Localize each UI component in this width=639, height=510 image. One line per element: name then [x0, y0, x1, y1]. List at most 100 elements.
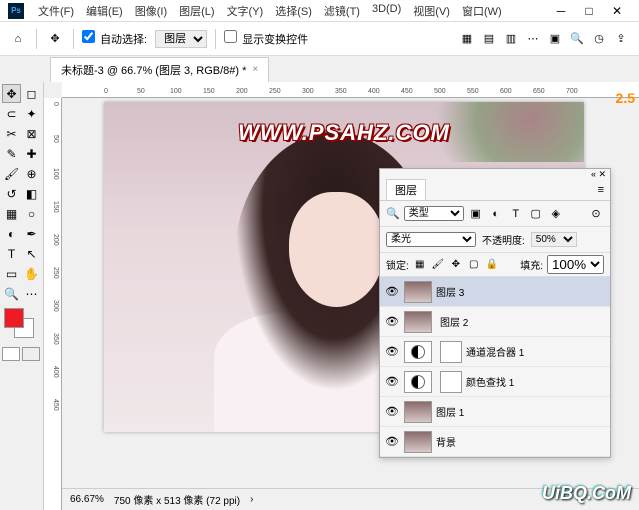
filter-type-icon[interactable]: T: [508, 206, 524, 222]
layer-name[interactable]: 通道混合器 1: [466, 344, 606, 359]
history-brush-tool[interactable]: ↺: [2, 184, 21, 203]
lock-position-icon[interactable]: ✥: [449, 258, 463, 272]
visibility-icon[interactable]: 👁: [384, 405, 400, 418]
close-button[interactable]: ✕: [603, 1, 631, 21]
fill-label: 填充:: [520, 257, 543, 272]
foreground-color[interactable]: [4, 308, 24, 328]
status-chevron-icon[interactable]: ›: [250, 494, 253, 505]
quickmask-mode[interactable]: [22, 347, 40, 361]
more-icon[interactable]: ⋯: [523, 29, 543, 49]
show-transform-checkbox[interactable]: 显示变换控件: [224, 30, 308, 47]
share-icon[interactable]: ⇪: [611, 29, 631, 49]
filter-shape-icon[interactable]: ▢: [528, 206, 544, 222]
move-tool-icon[interactable]: ✥: [45, 29, 65, 49]
lock-all-icon[interactable]: 🔒: [485, 258, 499, 272]
visibility-icon[interactable]: 👁: [384, 375, 400, 388]
auto-select-dropdown[interactable]: 图层: [155, 30, 207, 48]
layer-row[interactable]: 👁 背景: [380, 427, 610, 457]
lock-artboard-icon[interactable]: ▢: [467, 258, 481, 272]
pen-tool[interactable]: ✒: [22, 224, 41, 243]
opacity-value[interactable]: 50%: [531, 232, 577, 247]
frame-tool[interactable]: ⊠: [22, 124, 41, 143]
path-tool[interactable]: ↖: [22, 244, 41, 263]
layer-row[interactable]: 👁 图层 1: [380, 397, 610, 427]
menu-图像(I)[interactable]: 图像(I): [129, 3, 173, 19]
shape-tool[interactable]: ▭: [2, 264, 21, 283]
filter-search-icon[interactable]: 🔍: [386, 207, 400, 220]
vertical-ruler[interactable]: 050100150200250300350400450: [44, 98, 62, 510]
layer-row[interactable]: 👁 通道混合器 1: [380, 337, 610, 367]
menu-选择(S)[interactable]: 选择(S): [269, 3, 318, 19]
zoom-tool[interactable]: 🔍: [2, 284, 21, 303]
blur-tool[interactable]: ○: [22, 204, 41, 223]
edit-toolbar[interactable]: ⋯: [22, 284, 41, 303]
visibility-icon[interactable]: 👁: [384, 285, 400, 298]
visibility-icon[interactable]: 👁: [384, 345, 400, 358]
dodge-tool[interactable]: ◐: [2, 224, 21, 243]
type-tool[interactable]: T: [2, 244, 21, 263]
layer-name[interactable]: 颜色查找 1: [466, 374, 606, 389]
lock-pixels-icon[interactable]: 🖌: [431, 258, 445, 272]
layer-row[interactable]: 👁 颜色查找 1: [380, 367, 610, 397]
layer-thumb: [404, 401, 432, 423]
blend-mode-dropdown[interactable]: 柔光: [386, 232, 476, 247]
magic-wand-tool[interactable]: ✦: [22, 104, 41, 123]
adjustment-thumb: [404, 371, 432, 393]
align-icon-2[interactable]: ▤: [479, 29, 499, 49]
document-tab[interactable]: 未标题-3 @ 66.7% (图层 3, RGB/8#) * ×: [50, 57, 269, 82]
lock-transparency-icon[interactable]: ▦: [413, 258, 427, 272]
maximize-button[interactable]: □: [575, 1, 603, 21]
layer-name[interactable]: 图层 1: [436, 404, 606, 419]
menu-文字(Y)[interactable]: 文字(Y): [221, 3, 270, 19]
filter-smart-icon[interactable]: ◈: [548, 206, 564, 222]
menu-图层(L)[interactable]: 图层(L): [173, 3, 220, 19]
align-icon-3[interactable]: ▥: [501, 29, 521, 49]
search-icon[interactable]: 🔍: [567, 29, 587, 49]
filter-pixel-icon[interactable]: ▣: [468, 206, 484, 222]
minimize-button[interactable]: ─: [547, 1, 575, 21]
zoom-level[interactable]: 66.67%: [70, 494, 104, 505]
auto-select-checkbox[interactable]: 自动选择:: [82, 30, 147, 47]
panel-menu-icon[interactable]: ≡: [598, 184, 604, 196]
layer-name[interactable]: 图层 2: [440, 314, 606, 329]
layer-row[interactable]: 👁 图层 3: [380, 277, 610, 307]
horizontal-ruler[interactable]: 0501001502002503003504004505005506006507…: [62, 82, 639, 98]
clone-stamp-tool[interactable]: ⊕: [22, 164, 41, 183]
visibility-icon[interactable]: 👁: [384, 315, 400, 328]
standard-mode[interactable]: [2, 347, 20, 361]
healing-tool[interactable]: ✚: [22, 144, 41, 163]
filter-adjustment-icon[interactable]: ◐: [488, 206, 504, 222]
color-swatches[interactable]: [2, 308, 41, 342]
layer-row[interactable]: 👁 图层 2: [380, 307, 610, 337]
layers-tab[interactable]: 图层: [386, 179, 426, 200]
eyedropper-tool[interactable]: ✎: [2, 144, 21, 163]
menu-滤镜(T)[interactable]: 滤镜(T): [318, 3, 366, 19]
menu-文件(F)[interactable]: 文件(F): [32, 3, 80, 19]
collapse-panel-icon[interactable]: « ✕: [591, 169, 606, 179]
settings-icon[interactable]: ◷: [589, 29, 609, 49]
home-icon[interactable]: ⌂: [8, 29, 28, 49]
hand-tool[interactable]: ✋: [22, 264, 41, 283]
fill-value[interactable]: 100%: [547, 255, 604, 274]
move-tool[interactable]: ✥: [2, 84, 21, 103]
menu-3D(D)[interactable]: 3D(D): [366, 3, 407, 19]
toolbox: ✥ ◻ ⊂ ✦ ✂ ⊠ ✎ ✚ 🖌 ⊕ ↺ ◧ ▦ ○ ◐ ✒ T ↖ ▭ ✋ …: [0, 82, 44, 510]
3d-mode-icon[interactable]: ▣: [545, 29, 565, 49]
layer-name[interactable]: 背景: [436, 434, 606, 449]
filter-kind-dropdown[interactable]: 类型: [404, 206, 464, 221]
close-tab-icon[interactable]: ×: [252, 64, 258, 75]
align-icon-1[interactable]: ▦: [457, 29, 477, 49]
eraser-tool[interactable]: ◧: [22, 184, 41, 203]
menu-编辑(E)[interactable]: 编辑(E): [80, 3, 129, 19]
filter-toggle-icon[interactable]: ⊙: [588, 206, 604, 222]
crop-tool[interactable]: ✂: [2, 124, 21, 143]
lasso-tool[interactable]: ⊂: [2, 104, 21, 123]
gradient-tool[interactable]: ▦: [2, 204, 21, 223]
layer-name[interactable]: 图层 3: [436, 284, 606, 299]
visibility-icon[interactable]: 👁: [384, 435, 400, 448]
menu-窗口(W)[interactable]: 窗口(W): [456, 3, 508, 19]
brush-tool[interactable]: 🖌: [2, 164, 21, 183]
options-bar: ⌂ ✥ 自动选择: 图层 显示变换控件 ▦ ▤ ▥ ⋯ ▣ 🔍 ◷ ⇪: [0, 22, 639, 56]
menu-视图(V)[interactable]: 视图(V): [407, 3, 456, 19]
marquee-tool[interactable]: ◻: [22, 84, 41, 103]
